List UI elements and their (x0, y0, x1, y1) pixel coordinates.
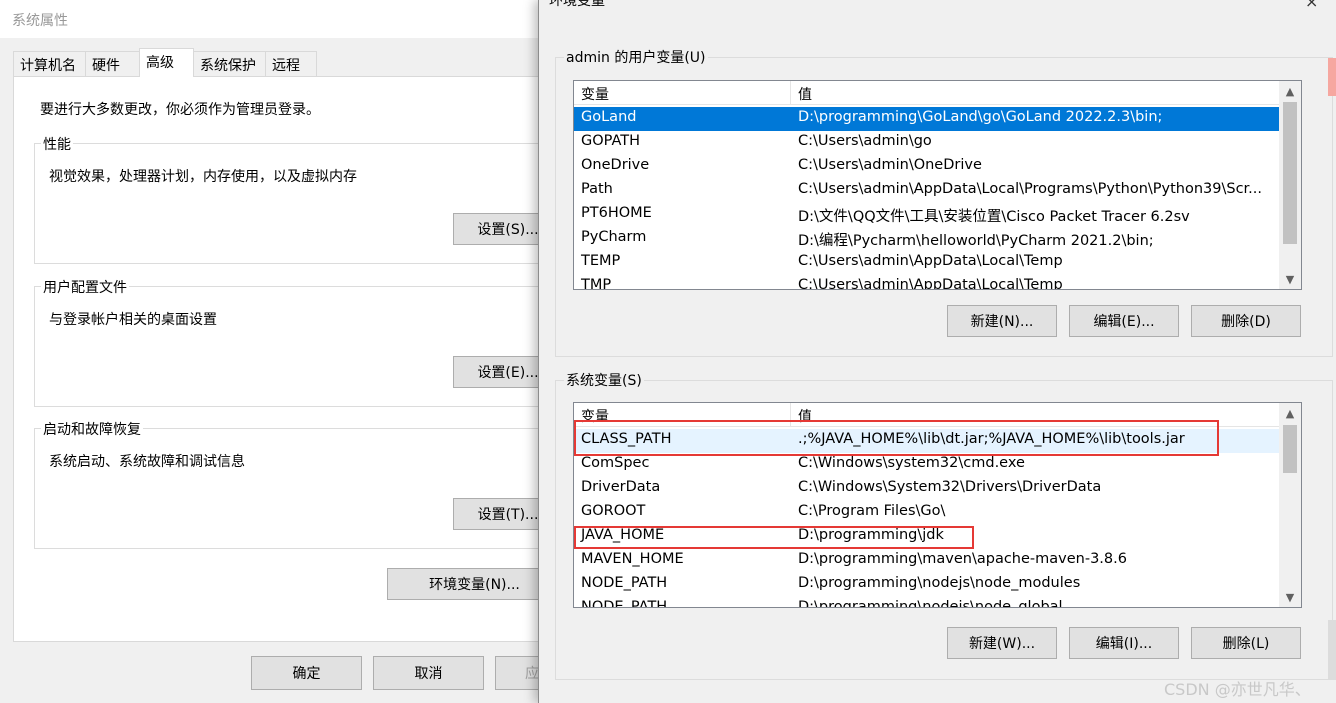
system-var-row-goroot[interactable]: GOROOT C:\Program Files\Go\ (574, 501, 1279, 525)
system-edit-button[interactable]: 编辑(I)... (1069, 627, 1179, 659)
scrollbar-thumb[interactable] (1283, 102, 1297, 244)
system-var-row-maven-home[interactable]: MAVEN_HOME D:\programming\maven\apache-m… (574, 549, 1279, 573)
background-window-edge-lower (1328, 620, 1336, 680)
environment-variables-title: 环境变量 (549, 0, 605, 9)
user-variables-header: 变量 值 (574, 81, 1279, 105)
scroll-up-icon[interactable]: ▲ (1279, 81, 1301, 101)
system-delete-button[interactable]: 删除(L) (1191, 627, 1301, 659)
var-name: DriverData (581, 479, 661, 495)
user-var-row-tmp[interactable]: TMP C:\Users\admin\AppData\Local\Temp (574, 275, 1279, 290)
var-name: TEMP (581, 253, 621, 269)
var-name: ComSpec (581, 455, 650, 471)
system-properties-title: 系统属性 (12, 13, 68, 29)
environment-variables-dialog: 环境变量 × admin 的用户变量(U) 变量 值 GoLand D:\pro… (538, 0, 1336, 703)
user-var-row-onedrive[interactable]: OneDrive C:\Users\admin\OneDrive (574, 155, 1279, 179)
tab-advanced[interactable]: 高级 (139, 48, 194, 77)
user-profiles-group: 用户配置文件 与登录帐户相关的桌面设置 设置(E)... (34, 277, 574, 407)
var-value: D:\programming\nodejs\node_global (798, 599, 1063, 608)
var-name: MAVEN_HOME (581, 551, 684, 567)
var-name: GOPATH (581, 133, 641, 149)
user-variables-scrollbar[interactable]: ▲ ▼ (1279, 81, 1301, 289)
var-name: Path (581, 181, 613, 197)
performance-group: 性能 视觉效果，处理器计划，内存使用，以及虚拟内存 设置(S)... (34, 134, 574, 264)
system-var-row-comspec[interactable]: ComSpec C:\Windows\system32\cmd.exe (574, 453, 1279, 477)
var-name: TMP (581, 277, 612, 290)
close-icon[interactable]: × (1305, 0, 1318, 11)
system-properties-titlebar: 系统属性 (0, 0, 560, 38)
var-value: C:\Users\admin\AppData\Local\Programs\Py… (798, 181, 1262, 197)
var-value: C:\Program Files\Go\ (798, 503, 946, 519)
system-var-row-node-path[interactable]: NODE_PATH D:\programming\nodejs\node_mod… (574, 573, 1279, 597)
user-new-button[interactable]: 新建(N)... (947, 305, 1057, 337)
user-profiles-description: 与登录帐户相关的桌面设置 (49, 312, 217, 328)
var-value: C:\Users\admin\AppData\Local\Temp (798, 253, 1063, 269)
admin-note: 要进行大多数更改，你必须作为管理员登录。 (40, 102, 320, 118)
startup-recovery-group: 启动和故障恢复 系统启动、系统故障和调试信息 设置(T)... (34, 419, 574, 549)
var-value: D:\programming\nodejs\node_modules (798, 575, 1081, 591)
var-value: C:\Users\admin\AppData\Local\Temp (798, 277, 1063, 290)
var-name: GoLand (581, 109, 637, 125)
watermark: CSDN @亦世凡华、 (1164, 680, 1311, 699)
user-profiles-label: 用户配置文件 (41, 277, 129, 297)
user-variables-label: admin 的用户变量(U) (564, 47, 708, 67)
scroll-down-icon[interactable]: ▼ (1279, 269, 1301, 289)
tab-computer-name[interactable]: 计算机名 (13, 51, 86, 76)
user-delete-button[interactable]: 删除(D) (1191, 305, 1301, 337)
column-header-value[interactable]: 值 (798, 84, 812, 104)
user-var-row-pycharm[interactable]: PyCharm D:\编程\Pycharm\helloworld\PyCharm… (574, 227, 1279, 251)
scrollbar-thumb[interactable] (1283, 425, 1297, 473)
var-name: NODE_PATH (581, 575, 668, 591)
var-value: D:\编程\Pycharm\helloworld\PyCharm 2021.2\… (798, 233, 1154, 249)
system-var-row-driverdata[interactable]: DriverData C:\Windows\System32\Drivers\D… (574, 477, 1279, 501)
var-value: C:\Windows\system32\cmd.exe (798, 455, 1025, 471)
advanced-tab-panel: 要进行大多数更改，你必须作为管理员登录。 性能 视觉效果，处理器计划，内存使用，… (13, 76, 574, 642)
var-name: NODE_PATH (581, 599, 668, 608)
ok-button[interactable]: 确定 (251, 656, 362, 690)
user-var-row-pt6home[interactable]: PT6HOME D:\文件\QQ文件\工具\安装位置\Cisco Packet … (574, 203, 1279, 227)
var-value: D:\programming\GoLand\go\GoLand 2022.2.3… (798, 109, 1163, 125)
tab-remote[interactable]: 远程 (265, 51, 317, 76)
performance-description: 视觉效果，处理器计划，内存使用，以及虚拟内存 (49, 169, 357, 185)
tab-system-protection[interactable]: 系统保护 (193, 51, 266, 76)
java-home-highlight-box (574, 526, 974, 549)
performance-label: 性能 (41, 134, 73, 154)
user-edit-button[interactable]: 编辑(E)... (1069, 305, 1179, 337)
var-name: PT6HOME (581, 205, 652, 221)
var-value: D:\programming\maven\apache-maven-3.8.6 (798, 551, 1127, 567)
var-value: C:\Windows\System32\Drivers\DriverData (798, 479, 1102, 495)
user-var-row-path[interactable]: Path C:\Users\admin\AppData\Local\Progra… (574, 179, 1279, 203)
scroll-up-icon[interactable]: ▲ (1279, 403, 1301, 423)
var-name: GOROOT (581, 503, 646, 519)
column-header-name[interactable]: 变量 (581, 84, 609, 104)
system-new-button[interactable]: 新建(W)... (947, 627, 1057, 659)
var-value: C:\Users\admin\go (798, 133, 932, 149)
user-variables-list[interactable]: 变量 值 GoLand D:\programming\GoLand\go\GoL… (573, 80, 1302, 290)
var-value: C:\Users\admin\OneDrive (798, 157, 982, 173)
tab-hardware[interactable]: 硬件 (85, 51, 140, 76)
cancel-button[interactable]: 取消 (373, 656, 484, 690)
var-name: OneDrive (581, 157, 650, 173)
user-var-row-temp[interactable]: TEMP C:\Users\admin\AppData\Local\Temp (574, 251, 1279, 275)
system-var-row-node-path-2[interactable]: NODE_PATH D:\programming\nodejs\node_glo… (574, 597, 1279, 608)
column-divider[interactable] (790, 81, 791, 105)
user-var-row-gopath[interactable]: GOPATH C:\Users\admin\go (574, 131, 1279, 155)
scroll-down-icon[interactable]: ▼ (1279, 587, 1301, 607)
system-variables-scrollbar[interactable]: ▲ ▼ (1279, 403, 1301, 607)
environment-variables-button[interactable]: 环境变量(N)... (387, 568, 562, 600)
user-var-row-goland[interactable]: GoLand D:\programming\GoLand\go\GoLand 2… (574, 107, 1279, 131)
class-path-highlight-box (574, 420, 1219, 456)
startup-recovery-description: 系统启动、系统故障和调试信息 (49, 454, 245, 470)
startup-recovery-label: 启动和故障恢复 (41, 419, 143, 439)
background-window-edge (1328, 58, 1336, 96)
var-name: PyCharm (581, 229, 647, 245)
system-properties-dialog: 系统属性 计算机名 硬件 高级 系统保护 远程 要进行大多数更改，你必须作为管理… (0, 0, 574, 703)
system-variables-label: 系统变量(S) (564, 370, 644, 390)
var-value: D:\文件\QQ文件\工具\安装位置\Cisco Packet Tracer 6… (798, 209, 1190, 225)
